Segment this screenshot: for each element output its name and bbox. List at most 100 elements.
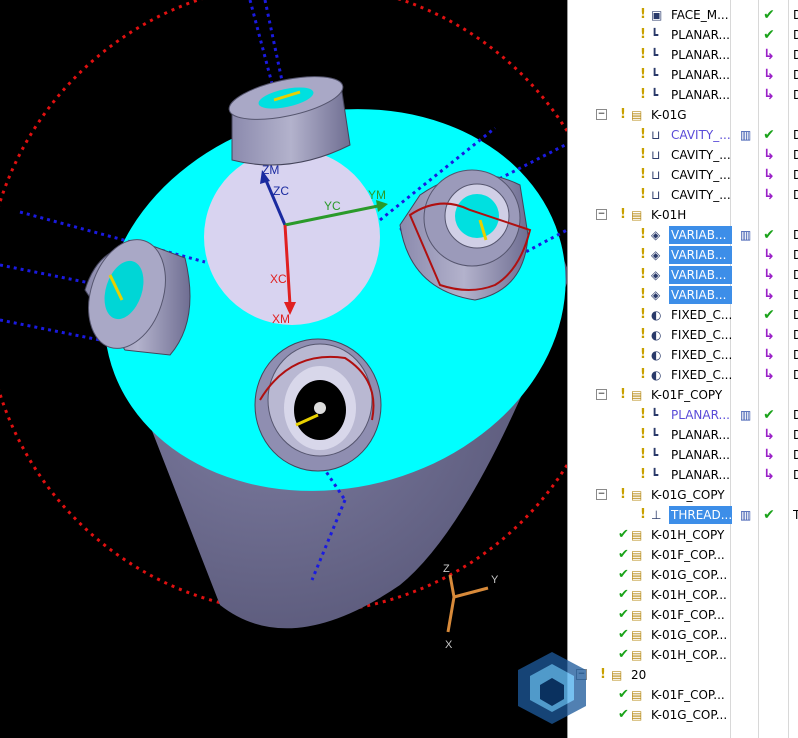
operation-navigator[interactable]: ! ▣ FACE_M... ✔ D! ┗ PLANAR... ✔ D! ┗ PLANAR... ↳ D!… — [567, 0, 798, 738]
operation-name[interactable]: K-01F_COP... — [649, 686, 732, 704]
operation-name[interactable]: K-01G_COP... — [649, 706, 732, 724]
operation-name[interactable]: CAVITY_... — [669, 166, 732, 184]
part-model[interactable]: ZM ZC YC YM XC XM Z Y X — [0, 0, 567, 738]
operation-name[interactable]: K-01G_COP... — [649, 626, 732, 644]
operation-name[interactable]: K-01F_COP... — [649, 606, 732, 624]
status-bulb-icon: ! — [620, 107, 626, 122]
operation-name[interactable]: THREAD... — [669, 506, 732, 524]
operation-name[interactable]: K-01H_COPY — [649, 526, 732, 544]
operation-name[interactable]: FIXED_C... — [669, 326, 732, 344]
operation-name[interactable]: CAVITY_... — [669, 146, 732, 164]
operation-name[interactable]: FIXED_C... — [669, 306, 732, 324]
navigator-row[interactable]: ✔ ▤ K-01F_COP... — [568, 605, 798, 625]
tool-column-value: D — [793, 226, 798, 244]
operation-name[interactable]: PLANAR... — [669, 26, 732, 44]
operation-name[interactable]: CAVITY_... — [669, 126, 732, 144]
status-bulb-icon: ! — [640, 187, 646, 202]
navigator-row[interactable]: ! ◐ FIXED_C... ↳ D — [568, 365, 798, 385]
navigator-row[interactable]: ! ◐ FIXED_C... ✔ D — [568, 305, 798, 325]
operation-name[interactable]: PLANAR... — [669, 66, 732, 84]
expand-collapse-toggle[interactable]: − — [596, 209, 607, 220]
navigator-row[interactable]: ✔ ▤ K-01F_COP... — [568, 685, 798, 705]
navigator-row[interactable]: ! ◐ FIXED_C... ↳ D — [568, 345, 798, 365]
navigator-row[interactable]: ! ◈ VARIAB... ↳ D — [568, 245, 798, 265]
navigator-row[interactable]: ! ◐ FIXED_C... ↳ D — [568, 325, 798, 345]
tool-column-value: D — [793, 26, 798, 44]
operation-name[interactable]: VARIAB... — [669, 226, 732, 244]
planar-mill-icon: ┗ — [651, 448, 659, 462]
navigator-row[interactable]: ✔ ▤ K-01G_COP... — [568, 705, 798, 725]
operation-name[interactable]: PLANAR... — [669, 406, 732, 424]
operation-name[interactable]: K-01H_COP... — [649, 586, 732, 604]
navigator-row[interactable]: ! ⊥ THREAD... ▥ ✔ T — [568, 505, 798, 525]
navigator-row[interactable]: ! ┗ PLANAR... ↳ D — [568, 85, 798, 105]
navigator-row[interactable]: ! ▣ FACE_M... ✔ D — [568, 5, 798, 25]
operation-name[interactable]: FACE_M... — [669, 6, 732, 24]
operation-name[interactable]: PLANAR... — [669, 46, 732, 64]
tool-column-value: D — [793, 46, 798, 64]
operation-name[interactable]: K-01F_COPY — [649, 386, 732, 404]
operation-name[interactable]: K-01F_COP... — [649, 546, 732, 564]
navigator-row[interactable]: ! ⊔ CAVITY_... ↳ D — [568, 145, 798, 165]
variable-contour-icon: ◈ — [651, 268, 661, 282]
operation-name[interactable]: VARIAB... — [669, 286, 732, 304]
navigator-row[interactable]: ! ┗ PLANAR... ↳ D — [568, 425, 798, 445]
operation-name[interactable]: FIXED_C... — [669, 366, 732, 384]
fixed-contour-icon: ◐ — [651, 308, 662, 322]
operation-name[interactable]: K-01G — [649, 106, 732, 124]
navigator-row[interactable]: ! ┗ PLANAR... ↳ D — [568, 65, 798, 85]
bottom-boss — [254, 338, 382, 472]
navigator-row[interactable]: ! ◈ VARIAB... ▥ ✔ D — [568, 225, 798, 245]
navigator-row[interactable]: ✔ ▤ K-01F_COP... — [568, 545, 798, 565]
view-triad: Z Y X — [443, 563, 499, 651]
navigator-row[interactable]: −! ▤ K-01G_COPY — [568, 485, 798, 505]
operation-name[interactable]: K-01G_COP... — [649, 566, 732, 584]
tool-path-icon: ▥ — [740, 508, 752, 522]
navigator-row[interactable]: −!▤20 — [568, 665, 798, 685]
navigator-row[interactable]: ! ┗ PLANAR... ↳ D — [568, 465, 798, 485]
navigator-row[interactable]: −! ▤ K-01G — [568, 105, 798, 125]
triad-label-y: Y — [491, 574, 499, 586]
navigator-row[interactable]: ✔ ▤ K-01H_COP... — [568, 585, 798, 605]
status-bulb-icon: ! — [640, 87, 646, 102]
planar-mill-icon: ┗ — [651, 48, 659, 62]
tool-column-value: D — [793, 466, 798, 484]
navigator-row[interactable]: ! ┗ PLANAR... ▥ ✔ D — [568, 405, 798, 425]
operation-name[interactable]: PLANAR... — [669, 86, 732, 104]
navigator-row[interactable]: ! ◈ VARIAB... ↳ D — [568, 265, 798, 285]
operation-name[interactable]: FIXED_C... — [669, 346, 732, 364]
operation-name[interactable]: K-01G_COPY — [649, 486, 732, 504]
navigator-row[interactable]: ! ⊔ CAVITY_... ↳ D — [568, 165, 798, 185]
navigator-row[interactable]: −! ▤ K-01H — [568, 205, 798, 225]
navigator-row[interactable]: ! ⊔ CAVITY_... ↳ D — [568, 185, 798, 205]
navigator-row[interactable]: ! ◈ VARIAB... ↳ D — [568, 285, 798, 305]
expand-collapse-toggle[interactable]: − — [596, 389, 607, 400]
operation-name[interactable]: K-01H_COP... — [649, 646, 732, 664]
operation-name[interactable]: PLANAR... — [669, 426, 732, 444]
operation-name[interactable]: PLANAR... — [669, 466, 732, 484]
operation-name[interactable]: CAVITY_... — [669, 186, 732, 204]
operation-name[interactable]: 20 — [629, 666, 732, 684]
navigator-row[interactable]: −! ▤ K-01F_COPY — [568, 385, 798, 405]
status-bulb-icon: ! — [640, 327, 646, 342]
expand-collapse-toggle[interactable]: − — [596, 489, 607, 500]
complete-check-icon: ✔ — [763, 227, 775, 243]
operation-name[interactable]: K-01H — [649, 206, 732, 224]
navigator-row[interactable]: ! ┗ PLANAR... ↳ D — [568, 45, 798, 65]
graphics-viewport[interactable]: ZM ZC YC YM XC XM Z Y X — [0, 0, 567, 738]
navigator-row[interactable]: ✔ ▤ K-01G_COP... — [568, 625, 798, 645]
navigator-row[interactable]: ! ┗ PLANAR... ✔ D — [568, 25, 798, 45]
regenerate-arrow-icon: ↳ — [763, 67, 775, 83]
navigator-row[interactable]: ! ┗ PLANAR... ↳ D — [568, 445, 798, 465]
tool-column-value: D — [793, 186, 798, 204]
operation-name[interactable]: PLANAR... — [669, 446, 732, 464]
expand-collapse-toggle[interactable]: − — [596, 109, 607, 120]
navigator-row[interactable]: ✔ ▤ K-01H_COP... — [568, 645, 798, 665]
navigator-row[interactable]: ✔ ▤ K-01H_COPY — [568, 525, 798, 545]
operation-name[interactable]: VARIAB... — [669, 266, 732, 284]
regenerate-arrow-icon: ↳ — [763, 367, 775, 383]
operation-name[interactable]: VARIAB... — [669, 246, 732, 264]
program-group-icon: ▤ — [611, 668, 623, 682]
navigator-row[interactable]: ✔ ▤ K-01G_COP... — [568, 565, 798, 585]
navigator-row[interactable]: ! ⊔ CAVITY_... ▥ ✔ D — [568, 125, 798, 145]
